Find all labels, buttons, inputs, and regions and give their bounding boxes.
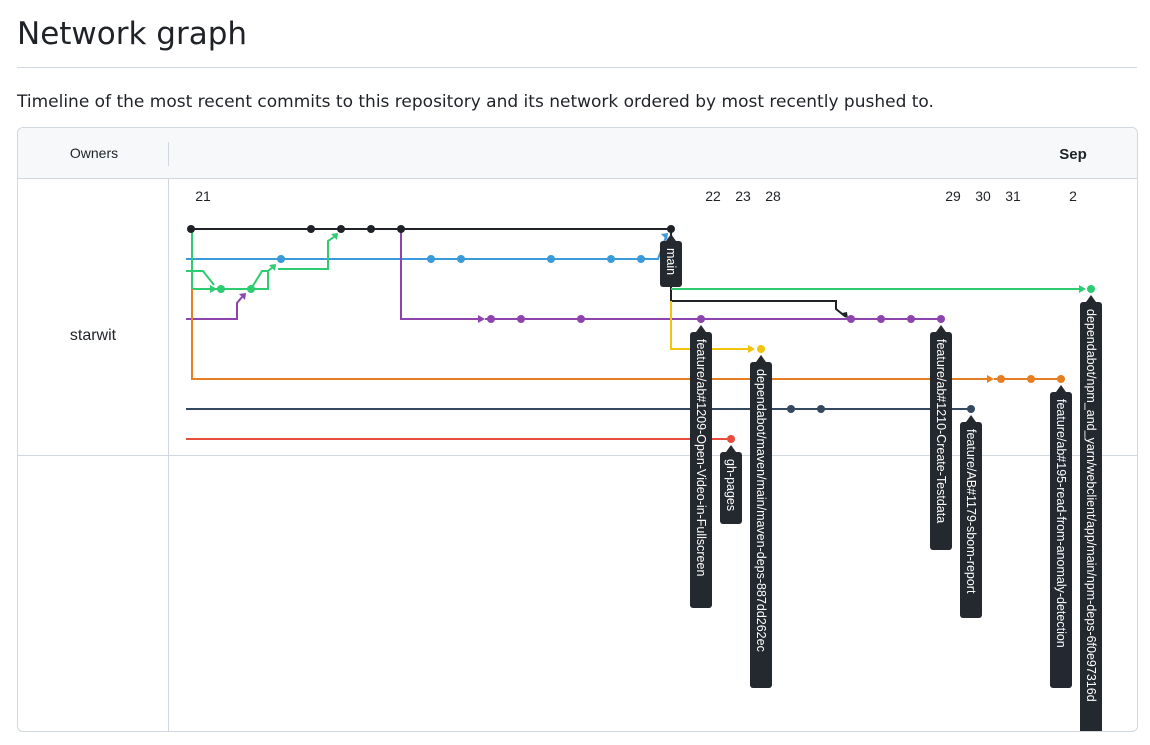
commit-dot[interactable]	[577, 315, 585, 323]
branch-label-pointer	[966, 415, 976, 422]
branch-label[interactable]: dependabot/maven/main/maven-deps-887dd26…	[750, 355, 772, 688]
date-label: 28	[765, 188, 781, 204]
branch-label-text[interactable]: gh-pages	[724, 459, 738, 511]
branch-label-pointer	[756, 355, 766, 362]
network-graph[interactable]: Owners Sep starwit 21 22 23 28 29 30 31 …	[17, 127, 1138, 732]
date-label: 30	[975, 188, 991, 204]
commit-dot[interactable]	[1057, 375, 1065, 383]
branch-label-text[interactable]: feature/ab#1209-Open-Video-in-Fullscreen	[694, 339, 708, 576]
branch-label[interactable]: dependabot/npm_and_yarn/webclient/app/ma…	[1080, 295, 1102, 731]
commit-dot[interactable]	[337, 225, 345, 233]
commit-dot[interactable]	[727, 435, 735, 443]
branch-line	[278, 236, 335, 270]
commit-dot[interactable]	[937, 315, 945, 323]
commit-dot[interactable]	[637, 255, 645, 263]
commit-dot[interactable]	[877, 315, 885, 323]
date-label: 23	[735, 188, 751, 204]
branch-line	[670, 229, 847, 318]
commit-dot[interactable]	[787, 405, 795, 413]
branch-label[interactable]: main	[660, 234, 682, 287]
commit-dot[interactable]	[217, 285, 225, 293]
branch-label[interactable]: gh-pages	[720, 445, 742, 524]
branch-label[interactable]: feature/ab#195-read-from-anomaly-detecti…	[1050, 385, 1072, 688]
merge-arrow	[1079, 285, 1086, 293]
branch-line	[186, 270, 215, 286]
commit-dot[interactable]	[277, 255, 285, 263]
commit-dot[interactable]	[967, 405, 975, 413]
commit-dot[interactable]	[487, 315, 495, 323]
branch-label[interactable]: feature/AB#1179-sbom-report	[960, 415, 982, 618]
merge-arrow	[987, 375, 994, 383]
page-description: Timeline of the most recent commits to t…	[17, 92, 934, 112]
branch-line	[186, 296, 243, 320]
merge-arrow	[478, 315, 485, 323]
branch-line	[400, 229, 480, 320]
commit-dot[interactable]	[397, 225, 405, 233]
commit-dot[interactable]	[847, 315, 855, 323]
commit-dot[interactable]	[307, 225, 315, 233]
commit-dot[interactable]	[607, 255, 615, 263]
branch-label[interactable]: feature/ab#1209-Open-Video-in-Fullscreen	[690, 325, 712, 608]
graph-header	[18, 128, 1137, 178]
branch-line	[186, 236, 667, 260]
month-label: Sep	[1059, 146, 1087, 163]
date-label: 21	[195, 188, 211, 204]
branch-label-text[interactable]: feature/ab#195-read-from-anomaly-detecti…	[1054, 399, 1068, 648]
date-label: 22	[705, 188, 721, 204]
commit-dot[interactable]	[817, 405, 825, 413]
commit-dot[interactable]	[247, 285, 255, 293]
branch-label-pointer	[726, 445, 736, 452]
branch-label-pointer	[1086, 295, 1096, 302]
owner-name[interactable]: starwit	[70, 327, 117, 344]
network-graph-canvas[interactable]: Owners Sep starwit 21 22 23 28 29 30 31 …	[18, 128, 1137, 731]
commit-dot[interactable]	[517, 315, 525, 323]
commit-dot[interactable]	[667, 225, 675, 233]
branch-label-text[interactable]: dependabot/npm_and_yarn/webclient/app/ma…	[1084, 309, 1098, 702]
commit-dots[interactable]	[187, 225, 1095, 443]
commit-dot[interactable]	[187, 225, 195, 233]
date-label: 29	[945, 188, 961, 204]
commit-dot[interactable]	[457, 255, 465, 263]
commit-dot[interactable]	[907, 315, 915, 323]
commit-dot[interactable]	[427, 255, 435, 263]
branch-label-text[interactable]: feature/AB#1179-sbom-report	[964, 429, 978, 594]
branch-label-text[interactable]: feature/ab#1210-Create-Testdata	[934, 339, 948, 523]
commit-dot[interactable]	[757, 345, 765, 353]
branch-label-pointer	[936, 325, 946, 332]
branch-label-text[interactable]: main	[664, 248, 678, 275]
date-label: 2	[1069, 188, 1077, 204]
commit-dot[interactable]	[997, 375, 1005, 383]
branch-label-pointer	[696, 325, 706, 332]
commit-dot[interactable]	[547, 255, 555, 263]
commit-dot[interactable]	[1027, 375, 1035, 383]
branch-line	[191, 289, 990, 380]
commit-dot[interactable]	[367, 225, 375, 233]
branch-labels[interactable]: main feature/ab#1209-Open-Video-in-Fullsc…	[660, 234, 1102, 731]
page-title: Network graph	[17, 16, 248, 52]
branch-label[interactable]: feature/ab#1210-Create-Testdata	[930, 325, 952, 550]
owners-header: Owners	[70, 145, 118, 161]
merge-arrow	[748, 345, 755, 353]
branch-label-pointer	[1056, 385, 1066, 392]
commit-dot[interactable]	[1087, 285, 1095, 293]
branch-label-text[interactable]: dependabot/maven/main/maven-deps-887dd26…	[754, 369, 768, 652]
date-label: 31	[1005, 188, 1021, 204]
title-divider	[17, 67, 1137, 68]
commit-dot[interactable]	[697, 315, 705, 323]
